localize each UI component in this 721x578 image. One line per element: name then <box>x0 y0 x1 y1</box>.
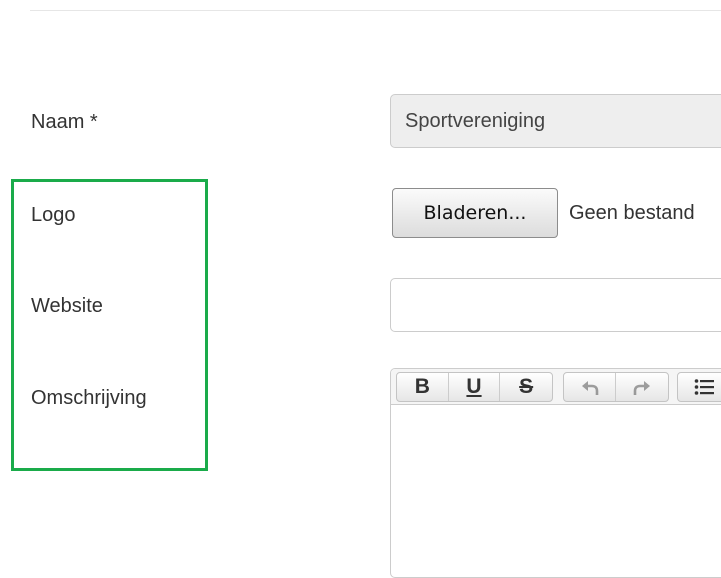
bullet-list-icon <box>694 379 714 395</box>
website-input[interactable] <box>390 278 721 332</box>
website-label: Website <box>31 295 103 317</box>
undo-button[interactable] <box>564 373 616 401</box>
strikethrough-button[interactable]: S <box>500 373 552 401</box>
name-label: Naam * <box>31 111 98 133</box>
logo-label: Logo <box>31 204 76 226</box>
list-button-group <box>677 372 721 402</box>
bullet-list-button[interactable] <box>678 373 721 401</box>
redo-icon <box>633 381 650 395</box>
file-status-text: Geen bestand <box>569 202 695 224</box>
editor-text-area[interactable] <box>391 404 721 577</box>
description-editor: B U S <box>390 368 721 578</box>
top-divider <box>30 10 721 11</box>
browse-button[interactable]: Bladeren... <box>392 188 558 238</box>
undo-icon <box>581 381 598 395</box>
description-label: Omschrijving <box>31 387 147 409</box>
history-button-group <box>563 372 669 402</box>
editor-toolbar: B U S <box>391 369 721 405</box>
name-input[interactable] <box>390 94 721 148</box>
bold-button[interactable]: B <box>397 373 449 401</box>
format-button-group: B U S <box>396 372 553 402</box>
redo-button[interactable] <box>616 373 668 401</box>
underline-button[interactable]: U <box>449 373 501 401</box>
